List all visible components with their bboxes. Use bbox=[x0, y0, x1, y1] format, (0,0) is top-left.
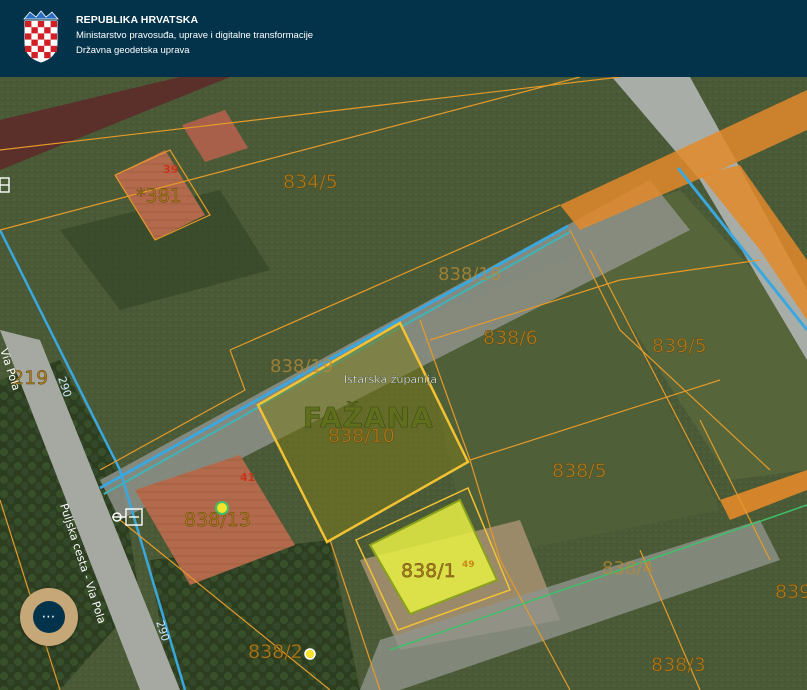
agency-name: Državna geodetska uprava bbox=[76, 45, 190, 56]
cadastral-map[interactable]: FAŽANA Istarska županija 834/5 *381 838/… bbox=[0, 77, 807, 690]
address-point-marker-41[interactable] bbox=[215, 501, 229, 515]
parcel-label-834-5[interactable]: 834/5 bbox=[283, 171, 338, 193]
house-number-41: 41 bbox=[240, 471, 255, 484]
chat-button[interactable]: ⋯ bbox=[20, 588, 78, 646]
parcel-label-838-18[interactable]: 838/18 bbox=[438, 264, 501, 285]
house-number-39: 39 bbox=[163, 163, 178, 176]
parcel-label-838-5[interactable]: 838/5 bbox=[552, 460, 607, 482]
site-header: REPUBLIKA HRVATSKA Ministarstvo pravosuđ… bbox=[0, 0, 807, 77]
country-name: REPUBLIKA HRVATSKA bbox=[76, 14, 199, 26]
parcel-label-839-5[interactable]: 839/5 bbox=[652, 335, 707, 357]
address-point-marker-838-2[interactable] bbox=[304, 648, 316, 660]
county-label: Istarska županija bbox=[344, 373, 437, 386]
parcel-label-381[interactable]: *381 bbox=[136, 185, 182, 207]
croatian-coat-of-arms-icon bbox=[23, 10, 59, 63]
parcel-label-838-6[interactable]: 838/6 bbox=[483, 327, 538, 349]
parcel-label-839[interactable]: 839 bbox=[775, 581, 807, 603]
parcel-label-838-3[interactable]: 838/3 bbox=[651, 654, 706, 676]
map-canvas[interactable]: FAŽANA Istarska županija 834/5 *381 838/… bbox=[0, 77, 807, 690]
chat-bubble-icon: ⋯ bbox=[33, 601, 65, 633]
parcel-label-838-2[interactable]: 838/2 bbox=[248, 641, 303, 663]
house-number-49: 49 bbox=[462, 560, 475, 570]
parcel-label-838-4[interactable]: 838/4 bbox=[602, 558, 654, 579]
ministry-name: Ministarstvo pravosuđa, uprave i digital… bbox=[76, 30, 314, 41]
parcel-label-838-10[interactable]: 838/10 bbox=[328, 425, 395, 447]
parcel-label-838-19[interactable]: 838/19 bbox=[270, 356, 333, 377]
parcel-label-838-1[interactable]: 838/1 bbox=[401, 560, 456, 582]
government-name-block: REPUBLIKA HRVATSKA Ministarstvo pravosuđ… bbox=[76, 9, 313, 58]
